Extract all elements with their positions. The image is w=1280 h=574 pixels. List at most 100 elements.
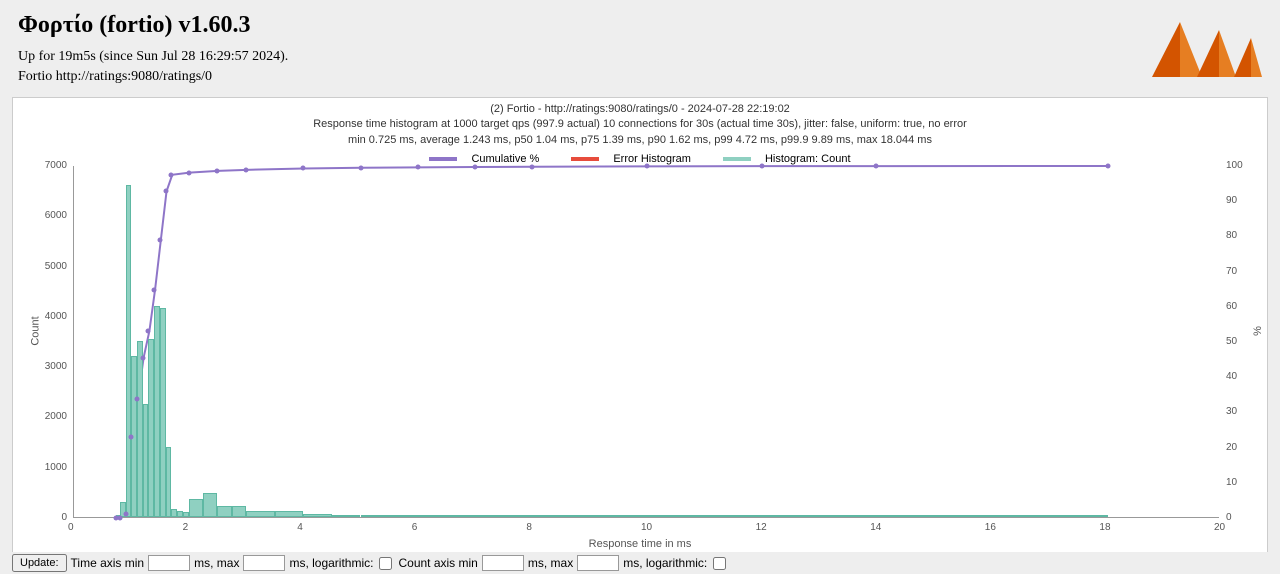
y-right-tick: 10	[1226, 477, 1237, 488]
cumulative-point	[759, 164, 764, 169]
chart-controls: Update: Time axis min ms, max ms, logari…	[12, 552, 1268, 574]
x-tick: 16	[985, 522, 996, 533]
cumulative-point	[301, 166, 306, 171]
cumulative-point	[163, 189, 168, 194]
cumulative-point	[169, 172, 174, 177]
time-axis-max-input[interactable]	[243, 555, 285, 571]
x-tick: 2	[183, 522, 189, 533]
chart-card: (2) Fortio - http://ratings:9080/ratings…	[12, 97, 1268, 553]
histogram-bar	[166, 447, 172, 517]
y-axis-right-label: %	[1252, 326, 1264, 336]
y-right-tick: 60	[1226, 301, 1237, 312]
cumulative-point	[117, 515, 122, 520]
y-axis-left-label: Count	[30, 316, 42, 345]
y-left-tick: 4000	[45, 311, 67, 322]
chart-title: (2) Fortio - http://ratings:9080/ratings…	[13, 98, 1267, 148]
x-tick: 6	[412, 522, 418, 533]
y-right-tick: 90	[1226, 195, 1237, 206]
cumulative-line	[74, 166, 1219, 517]
time-axis-log-checkbox[interactable]	[379, 557, 392, 570]
y-right-tick: 0	[1226, 512, 1232, 523]
histogram-bar	[203, 493, 217, 517]
y-left-tick: 0	[61, 512, 67, 523]
y-left-tick: 3000	[45, 361, 67, 372]
count-axis-log-checkbox[interactable]	[713, 557, 726, 570]
legend-item[interactable]: Histogram: Count	[715, 153, 859, 165]
cumulative-point	[358, 165, 363, 170]
cumulative-point	[123, 512, 128, 517]
cumulative-point	[146, 329, 151, 334]
chart-plot-area[interactable]: 0246810121416182001000200030004000500060…	[73, 166, 1219, 518]
page-root: Φορτίο (fortio) v1.60.3 Up for 19m5s (si…	[0, 0, 1280, 574]
cumulative-point	[874, 164, 879, 169]
histogram-bar	[418, 515, 475, 517]
ms-log-label: ms, logarithmic:	[289, 556, 373, 570]
ms-max2-label: ms, max	[528, 556, 573, 570]
x-tick: 14	[870, 522, 881, 533]
histogram-bar	[246, 511, 275, 517]
uptime-text: Up for 19m5s (since Sun Jul 28 16:29:57 …	[18, 49, 1262, 65]
cumulative-point	[135, 397, 140, 402]
chart-title-line2: Response time histogram at 1000 target q…	[13, 117, 1267, 132]
cumulative-point	[152, 287, 157, 292]
histogram-bar	[232, 506, 246, 517]
histogram-bar	[361, 515, 418, 517]
count-axis-max-input[interactable]	[577, 555, 619, 571]
y-right-tick: 40	[1226, 371, 1237, 382]
y-right-tick: 80	[1226, 230, 1237, 241]
count-axis-min-input[interactable]	[482, 555, 524, 571]
ms-max-label: ms, max	[194, 556, 239, 570]
target-text: Fortio http://ratings:9080/ratings/0	[18, 69, 1262, 85]
cumulative-point	[140, 355, 145, 360]
histogram-bar	[532, 515, 647, 517]
cumulative-point	[186, 170, 191, 175]
histogram-bar	[475, 515, 532, 517]
y-right-tick: 100	[1226, 160, 1243, 171]
cumulative-point	[1105, 164, 1110, 169]
y-left-tick: 7000	[45, 160, 67, 171]
histogram-bar	[303, 514, 332, 517]
page-header: Φορτίο (fortio) v1.60.3 Up for 19m5s (si…	[0, 0, 1280, 97]
histogram-bar	[762, 515, 877, 517]
histogram-bar	[876, 515, 1108, 517]
chart-title-line3: min 0.725 ms, average 1.243 ms, p50 1.04…	[13, 133, 1267, 148]
x-tick: 18	[1099, 522, 1110, 533]
cumulative-point	[157, 238, 162, 243]
y-right-tick: 30	[1226, 406, 1237, 417]
ms-log2-label: ms, logarithmic:	[623, 556, 707, 570]
chart-legend: Cumulative % Error Histogram Histogram: Co…	[13, 152, 1267, 165]
x-tick: 10	[641, 522, 652, 533]
count-axis-min-label: Count axis min	[398, 556, 477, 570]
x-axis-label: Response time in ms	[13, 538, 1267, 550]
fortio-logo	[1152, 12, 1262, 87]
cumulative-point	[243, 167, 248, 172]
x-tick: 0	[68, 522, 74, 533]
time-axis-min-input[interactable]	[148, 555, 190, 571]
x-tick: 4	[297, 522, 303, 533]
histogram-bar	[647, 515, 762, 517]
cumulative-point	[530, 164, 535, 169]
y-left-tick: 2000	[45, 411, 67, 422]
histogram-bar	[217, 506, 231, 517]
page-title: Φορτίο (fortio) v1.60.3	[18, 12, 1262, 39]
y-left-tick: 5000	[45, 261, 67, 272]
cumulative-point	[215, 168, 220, 173]
cumulative-point	[473, 165, 478, 170]
y-right-tick: 50	[1226, 336, 1237, 347]
histogram-bar	[275, 511, 304, 517]
time-axis-min-label: Time axis min	[71, 556, 145, 570]
y-right-tick: 70	[1226, 266, 1237, 277]
cumulative-point	[129, 434, 134, 439]
y-right-tick: 20	[1226, 442, 1237, 453]
x-tick: 8	[526, 522, 532, 533]
y-left-tick: 1000	[45, 462, 67, 473]
histogram-bar	[332, 515, 361, 517]
cumulative-point	[645, 164, 650, 169]
legend-item[interactable]: Error Histogram	[563, 153, 699, 165]
cumulative-point	[415, 165, 420, 170]
update-button[interactable]: Update:	[12, 554, 67, 572]
legend-item[interactable]: Cumulative %	[421, 153, 547, 165]
y-left-tick: 6000	[45, 210, 67, 221]
x-tick: 12	[756, 522, 767, 533]
chart-title-line1: (2) Fortio - http://ratings:9080/ratings…	[13, 102, 1267, 117]
